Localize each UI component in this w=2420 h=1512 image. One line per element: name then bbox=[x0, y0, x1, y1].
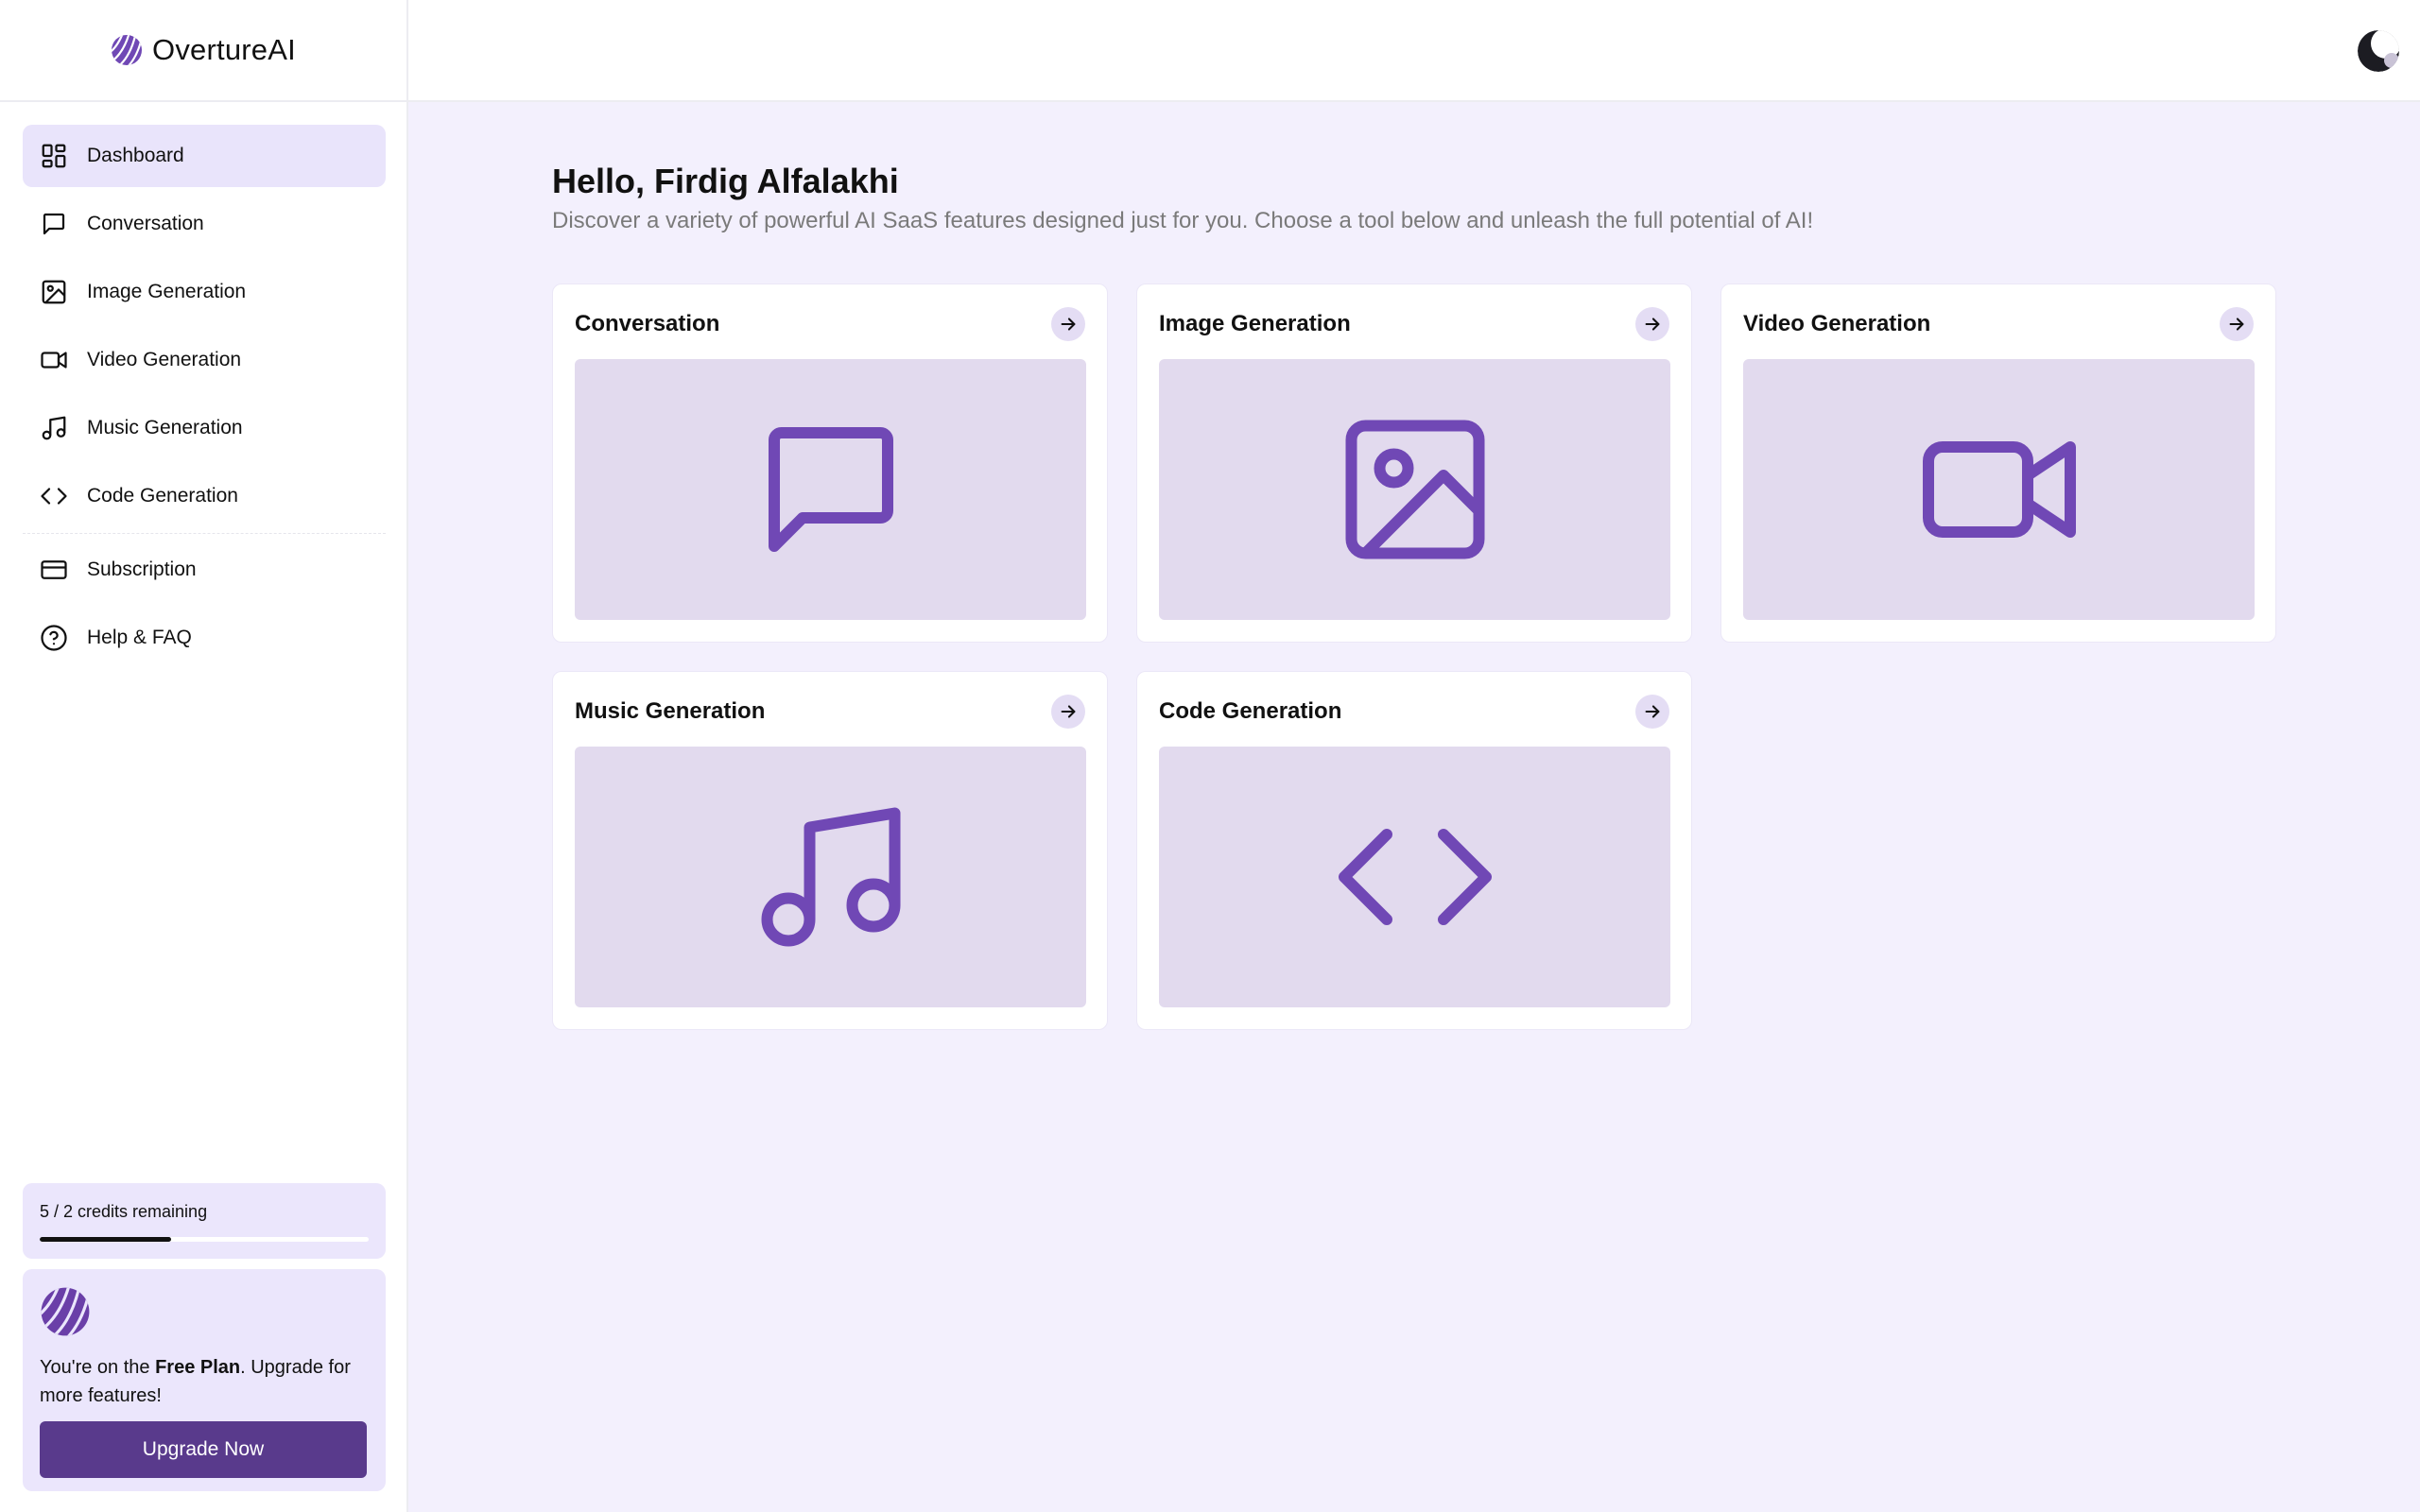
sidebar-item-code-generation[interactable]: Code Generation bbox=[23, 465, 386, 527]
sidebar-item-label: Video Generation bbox=[87, 349, 242, 370]
page-subtitle: Discover a variety of powerful AI SaaS f… bbox=[552, 208, 1814, 233]
avatar-image bbox=[2358, 30, 2399, 72]
plan-message: You're on the Free Plan. Upgrade for mor… bbox=[40, 1353, 369, 1410]
feature-card-video-generation[interactable]: Video Generation bbox=[1720, 284, 2276, 643]
credits-progress-fill bbox=[40, 1237, 172, 1242]
page-title: Hello, Firdig Alfalakhi bbox=[552, 162, 899, 200]
card-illustration bbox=[1743, 359, 2255, 620]
sidebar-item-image-generation[interactable]: Image Generation bbox=[23, 261, 386, 323]
sidebar: OvertureAI Dashboard Conversation Image … bbox=[0, 0, 408, 1512]
plan-name: Free Plan bbox=[155, 1357, 241, 1378]
feature-card-conversation[interactable]: Conversation bbox=[552, 284, 1108, 643]
plan-prefix: You're on the bbox=[40, 1357, 156, 1378]
image-icon bbox=[42, 280, 66, 304]
sidebar-item-dashboard[interactable]: Dashboard bbox=[23, 125, 386, 187]
sidebar-item-label: Help & FAQ bbox=[87, 627, 192, 648]
logo[interactable]: OvertureAI bbox=[0, 0, 406, 102]
card-title: Image Generation bbox=[1159, 311, 1351, 336]
sidebar-item-label: Dashboard bbox=[87, 145, 184, 166]
video-camera-icon bbox=[41, 352, 67, 369]
credits-progress-bar bbox=[40, 1237, 369, 1242]
sidebar-item-label: Music Generation bbox=[87, 417, 243, 438]
card-illustration bbox=[1159, 747, 1670, 1007]
upgrade-now-button[interactable]: Upgrade Now bbox=[40, 1421, 367, 1478]
sidebar-item-video-generation[interactable]: Video Generation bbox=[23, 329, 386, 391]
sidebar-item-label: Image Generation bbox=[87, 281, 247, 302]
sidebar-divider bbox=[23, 533, 386, 534]
arrow-right-icon[interactable] bbox=[1051, 307, 1085, 341]
app-name: OvertureAI bbox=[152, 33, 296, 66]
sidebar-item-label: Subscription bbox=[87, 558, 197, 580]
music-note-icon bbox=[761, 807, 900, 947]
music-note-icon bbox=[42, 416, 66, 440]
chat-bubble-icon bbox=[43, 213, 65, 235]
image-icon bbox=[1345, 420, 1484, 559]
code-brackets-icon bbox=[41, 488, 67, 505]
arrow-right-icon[interactable] bbox=[1635, 695, 1669, 729]
video-camera-icon bbox=[1922, 441, 2076, 538]
top-bar bbox=[408, 0, 2420, 102]
feature-card-music-generation[interactable]: Music Generation bbox=[552, 671, 1108, 1030]
card-title: Video Generation bbox=[1743, 311, 1931, 336]
credits-text: 5 / 2 credits remaining bbox=[40, 1202, 208, 1221]
code-brackets-icon bbox=[1338, 829, 1492, 925]
sidebar-item-help-faq[interactable]: Help & FAQ bbox=[23, 607, 386, 669]
dashboard-icon bbox=[42, 144, 66, 168]
arrow-right-icon[interactable] bbox=[1635, 307, 1669, 341]
credits-panel: 5 / 2 credits remaining bbox=[23, 1183, 386, 1259]
sidebar-item-conversation[interactable]: Conversation bbox=[23, 193, 386, 255]
card-title: Music Generation bbox=[575, 698, 766, 724]
sidebar-item-music-generation[interactable]: Music Generation bbox=[23, 397, 386, 459]
feature-card-image-generation[interactable]: Image Generation bbox=[1136, 284, 1692, 643]
sidebar-nav: Dashboard Conversation Image Generation … bbox=[23, 125, 386, 675]
help-circle-icon bbox=[41, 625, 67, 651]
logo-icon bbox=[112, 35, 143, 65]
sidebar-item-subscription[interactable]: Subscription bbox=[23, 539, 386, 601]
sidebar-item-label: Code Generation bbox=[87, 485, 238, 507]
card-title: Conversation bbox=[575, 311, 720, 336]
feature-card-code-generation[interactable]: Code Generation bbox=[1136, 671, 1692, 1030]
arrow-right-icon[interactable] bbox=[1051, 695, 1085, 729]
sidebar-item-label: Conversation bbox=[87, 213, 204, 234]
logo-icon bbox=[41, 1287, 90, 1336]
chat-bubble-icon bbox=[768, 427, 893, 552]
main-content: Hello, Firdig Alfalakhi Discover a varie… bbox=[408, 102, 2420, 1512]
avatar[interactable] bbox=[2358, 30, 2399, 72]
card-illustration bbox=[1159, 359, 1670, 620]
plan-panel: You're on the Free Plan. Upgrade for mor… bbox=[23, 1269, 386, 1491]
card-illustration bbox=[575, 747, 1086, 1007]
card-title: Code Generation bbox=[1159, 698, 1342, 724]
credit-card-icon bbox=[41, 560, 67, 579]
card-illustration bbox=[575, 359, 1086, 620]
arrow-right-icon[interactable] bbox=[2220, 307, 2254, 341]
